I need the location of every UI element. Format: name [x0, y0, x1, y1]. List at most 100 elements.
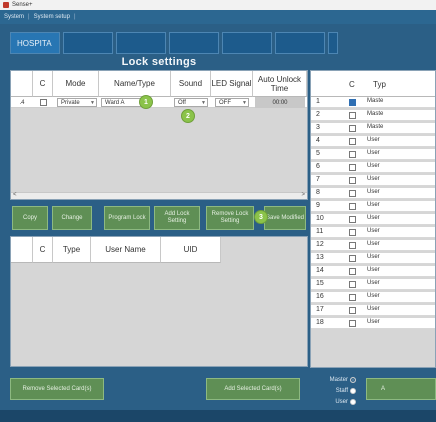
- tab-2[interactable]: [63, 32, 113, 54]
- menu-system[interactable]: System: [4, 14, 24, 20]
- tab-hospita[interactable]: HOSPITA: [10, 32, 60, 54]
- col-header-type[interactable]: Type: [53, 237, 91, 263]
- card-row[interactable]: 1 Maste: [311, 97, 435, 108]
- card-row-checkbox[interactable]: [349, 281, 356, 288]
- card-row-number: 7: [316, 176, 320, 183]
- card-row-checkbox[interactable]: [349, 320, 356, 327]
- row-checkbox[interactable]: [39, 99, 47, 106]
- card-row-checkbox[interactable]: [349, 177, 356, 184]
- title-bar: Sense+: [0, 0, 436, 10]
- led-select-value: OFF: [219, 99, 231, 106]
- partial-button[interactable]: A: [366, 378, 436, 400]
- card-row[interactable]: 16 User: [311, 292, 435, 303]
- copy-button[interactable]: Copy: [12, 206, 48, 230]
- card-row[interactable]: 3 Maste: [311, 123, 435, 134]
- col-header-led-signal[interactable]: LED Signal: [211, 71, 253, 97]
- card-row[interactable]: 8 User: [311, 188, 435, 199]
- card-row[interactable]: 18 User: [311, 318, 435, 329]
- card-row-checkbox[interactable]: [349, 138, 356, 145]
- card-row-type: User: [367, 137, 380, 143]
- app-logo-icon: [3, 2, 9, 8]
- card-type-radio-group: Master Staff User: [312, 374, 356, 407]
- card-row-checkbox[interactable]: [349, 125, 356, 132]
- led-select[interactable]: OFF ▼: [215, 98, 249, 107]
- menu-system-setup[interactable]: System setup: [34, 14, 70, 20]
- remove-selected-cards-button[interactable]: Remove Selected Card(s): [10, 378, 104, 400]
- card-row-checkbox[interactable]: [349, 112, 356, 119]
- card-row-checkbox[interactable]: [349, 242, 356, 249]
- radio-master[interactable]: Master: [312, 374, 356, 385]
- card-row-checkbox[interactable]: [349, 268, 356, 275]
- program-lock-button[interactable]: Program Lock: [104, 206, 150, 230]
- radio-staff[interactable]: Staff: [312, 385, 356, 396]
- card-row-type: User: [367, 293, 380, 299]
- add-lock-setting-button[interactable]: Add Lock Setting: [154, 206, 200, 230]
- lock-settings-table: C Mode Name/Type Sound LED Signal Auto U…: [10, 70, 308, 200]
- scroll-left-icon[interactable]: <: [13, 192, 17, 198]
- card-row-checkbox[interactable]: [349, 99, 356, 106]
- radio-button[interactable]: [350, 387, 356, 394]
- chevron-down-icon: ▼: [242, 100, 247, 106]
- save-modified-button[interactable]: Save Modified: [264, 206, 306, 230]
- panel-title: Lock settings: [121, 56, 197, 68]
- tab-3[interactable]: [116, 32, 166, 54]
- row-header-cell: [11, 237, 33, 263]
- radio-button[interactable]: [350, 376, 356, 383]
- col-header-type[interactable]: Typ: [373, 80, 386, 89]
- card-row[interactable]: 12 User: [311, 240, 435, 251]
- col-header-auto-unlock-time[interactable]: Auto Unlock Time: [253, 71, 307, 97]
- card-row[interactable]: 11 User: [311, 227, 435, 238]
- card-row-checkbox[interactable]: [349, 294, 356, 301]
- col-header-user-name[interactable]: User Name: [91, 237, 161, 263]
- card-row[interactable]: 2 Maste: [311, 110, 435, 121]
- card-row[interactable]: 4 User: [311, 136, 435, 147]
- card-row-checkbox[interactable]: [349, 190, 356, 197]
- card-row-number: 16: [316, 293, 324, 300]
- card-row-checkbox[interactable]: [349, 216, 356, 223]
- tab-4[interactable]: [169, 32, 219, 54]
- card-row[interactable]: 13 User: [311, 253, 435, 264]
- menu-separator: |: [28, 14, 30, 20]
- card-row-number: 4: [316, 137, 320, 144]
- auto-unlock-time-value[interactable]: 00:00: [255, 97, 305, 108]
- card-row[interactable]: 6 User: [311, 162, 435, 173]
- card-row[interactable]: 15 User: [311, 279, 435, 290]
- card-row[interactable]: 14 User: [311, 266, 435, 277]
- card-row-checkbox[interactable]: [349, 203, 356, 210]
- col-header-uid[interactable]: UID: [161, 237, 221, 263]
- card-row-checkbox[interactable]: [349, 229, 356, 236]
- change-button[interactable]: Change: [52, 206, 92, 230]
- col-header-sound[interactable]: Sound: [171, 71, 211, 97]
- col-header-name-type[interactable]: Name/Type: [99, 71, 171, 97]
- card-row[interactable]: 17 User: [311, 305, 435, 316]
- add-selected-cards-button[interactable]: Add Selected Card(s): [206, 378, 300, 400]
- card-row-checkbox[interactable]: [349, 164, 356, 171]
- tab-5[interactable]: [222, 32, 272, 54]
- col-header-c[interactable]: C: [33, 237, 53, 263]
- tab-6[interactable]: [275, 32, 325, 54]
- scroll-right-icon[interactable]: >: [301, 192, 305, 198]
- card-row[interactable]: 7 User: [311, 175, 435, 186]
- card-row-checkbox[interactable]: [349, 255, 356, 262]
- card-row[interactable]: 9 User: [311, 201, 435, 212]
- radio-button[interactable]: [350, 398, 356, 405]
- row-marker: .4: [19, 99, 25, 106]
- card-row[interactable]: 5 User: [311, 149, 435, 160]
- card-row-number: 1: [316, 98, 320, 105]
- table-row[interactable]: .4 Private ▼ Ward A Off ▼ OFF ▼ 00:00: [11, 97, 307, 108]
- horizontal-scrollbar[interactable]: < >: [11, 192, 307, 199]
- card-row-checkbox[interactable]: [349, 307, 356, 314]
- radio-user[interactable]: User: [312, 396, 356, 407]
- col-header-mode[interactable]: Mode: [53, 71, 99, 97]
- col-header-c[interactable]: C: [349, 80, 355, 89]
- card-row-number: 6: [316, 163, 320, 170]
- sound-select[interactable]: Off ▼: [174, 98, 208, 107]
- mode-select[interactable]: Private ▼: [57, 98, 97, 107]
- card-row-number: 5: [316, 150, 320, 157]
- tab-7[interactable]: [328, 32, 338, 54]
- col-header-c[interactable]: C: [33, 71, 53, 97]
- name-type-input[interactable]: Ward A: [101, 98, 143, 107]
- card-row-checkbox[interactable]: [349, 151, 356, 158]
- remove-lock-setting-button[interactable]: Remove Lock Setting: [206, 206, 254, 230]
- card-row[interactable]: 10 User: [311, 214, 435, 225]
